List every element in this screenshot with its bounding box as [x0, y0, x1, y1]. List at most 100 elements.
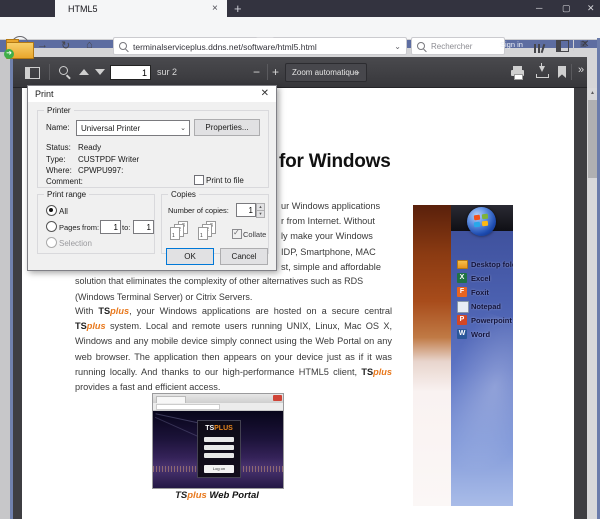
- windows-orb-icon: [467, 207, 496, 236]
- forward-button[interactable]: →: [37, 39, 48, 51]
- tsplus-brand: TS: [361, 367, 373, 377]
- ok-button[interactable]: OK: [166, 248, 214, 265]
- window-minimize-button[interactable]: ─: [536, 3, 542, 13]
- check-icon: ✓: [233, 228, 240, 237]
- collate-checkbox[interactable]: ✓: [232, 229, 242, 239]
- paragraph-line: r from Internet. Without: [281, 216, 375, 226]
- url-text: terminalserviceplus.ddns.net/software/ht…: [133, 42, 317, 52]
- new-tab-button[interactable]: +: [234, 1, 242, 16]
- copies-input[interactable]: [236, 203, 256, 217]
- bookmark-icon[interactable]: [558, 66, 566, 78]
- paragraph-line: ur Windows applications: [281, 201, 380, 211]
- folder-arrow-icon: ➜: [4, 49, 14, 59]
- range-all-radio[interactable]: [46, 205, 57, 216]
- chevron-down-icon: ⌄: [180, 124, 186, 132]
- sign-in-button[interactable]: Sign in: [500, 40, 523, 49]
- paragraph-line: st, simple and affordable: [281, 262, 381, 272]
- zoom-in-icon[interactable]: +: [272, 65, 279, 79]
- word-icon: W: [457, 329, 467, 339]
- toolbar-divider: [267, 64, 268, 80]
- mini-input: [204, 453, 234, 458]
- excel-icon: X: [457, 273, 467, 283]
- ribbon-collapse-icon[interactable]: ⌄: [256, 37, 274, 45]
- folder-icon: [457, 260, 468, 269]
- tab-close-icon[interactable]: ×: [212, 3, 218, 14]
- print-dialog: Print ✕ Printer Name: Universal Printer …: [27, 85, 277, 271]
- notepad-icon: [457, 301, 469, 313]
- printer-name-select[interactable]: Universal Printer ⌄: [76, 120, 190, 136]
- print-range-group: Print range All Pages from: to: Selectio…: [37, 194, 155, 254]
- toolbar-divider: [49, 64, 50, 80]
- zoom-out-icon[interactable]: −: [253, 65, 260, 79]
- search-icon: [417, 42, 425, 50]
- tsplus-brand: TS: [75, 321, 87, 331]
- dialog-title: Print: [35, 89, 54, 99]
- tsplus-brand: TS: [98, 306, 110, 316]
- tsplus-logo: TSPLUS: [198, 425, 240, 432]
- mini-portal-body: TSPLUS Log on: [153, 411, 283, 488]
- tab-html5[interactable]: HTML5 ×: [55, 0, 227, 17]
- range-selection-radio: [46, 237, 57, 248]
- printer-where: CPWPU997:: [78, 166, 123, 175]
- page-number-input[interactable]: [110, 65, 151, 80]
- image-caption: TSplus Web Portal: [152, 490, 282, 501]
- web-portal-screenshot-image: TSPLUS Log on: [152, 393, 284, 489]
- mini-input: [204, 437, 234, 442]
- toolbar-divider: [573, 39, 574, 51]
- zoom-select-value: Zoom automatique: [292, 68, 359, 77]
- copies-group: Copies Number of copies: ▲ ▼ 3 2 1 3 2 1…: [161, 194, 269, 254]
- pages-to-input[interactable]: [133, 220, 154, 234]
- print-dialog-titlebar[interactable]: Print ✕: [28, 86, 276, 102]
- scrollbar-thumb[interactable]: [588, 100, 597, 178]
- mini-logon-button: Log on: [204, 465, 234, 473]
- library-icon[interactable]: [534, 40, 546, 58]
- printer-status: Ready: [78, 143, 101, 152]
- print-to-file-checkbox[interactable]: [194, 175, 204, 185]
- zoom-select[interactable]: Zoom automatique ⌄: [285, 63, 367, 82]
- mini-input: [204, 445, 234, 450]
- window-border-left: [10, 48, 13, 519]
- next-page-icon[interactable]: [95, 69, 105, 75]
- mini-close-icon: [273, 395, 282, 401]
- dialog-close-icon[interactable]: ✕: [261, 88, 269, 99]
- reload-button[interactable]: ↻: [61, 39, 70, 52]
- background-window-area: [0, 48, 10, 519]
- search-icon: [119, 42, 127, 50]
- spin-down-icon[interactable]: ▼: [256, 210, 265, 218]
- window-close-button[interactable]: ✕: [587, 3, 595, 14]
- paragraph-line: (Windows Terminal Server) or Citrix Serv…: [75, 292, 395, 302]
- sidebar-screenshot-image: Desktop folder X Excel F Foxit Notepad P…: [413, 205, 513, 506]
- inner-window-close-icon[interactable]: ✕: [581, 39, 589, 50]
- window-maximize-button[interactable]: ▢: [562, 3, 571, 14]
- printer-type: CUSTPDF Writer: [78, 155, 139, 164]
- printer-group: Printer Name: Universal Printer ⌄ Proper…: [37, 110, 269, 188]
- download-icon[interactable]: [536, 66, 547, 78]
- downloads-folder-icon[interactable]: ➜: [6, 39, 32, 57]
- powerpoint-icon: P: [457, 315, 467, 325]
- chevron-down-icon[interactable]: ⌄: [394, 42, 401, 51]
- foxit-icon: F: [457, 287, 467, 297]
- desert-background: [413, 205, 451, 506]
- copies-spinner[interactable]: ▲ ▼: [236, 203, 262, 217]
- paragraph-line: IDP, Smartphone, MAC: [281, 247, 376, 257]
- properties-button[interactable]: Properties...: [194, 119, 260, 136]
- sidebar-toggle-icon[interactable]: [556, 40, 569, 52]
- navigation-toolbar: ← → ↻ ⌂ terminalserviceplus.ddns.net/sof…: [0, 17, 600, 40]
- more-tools-icon[interactable]: »: [578, 64, 584, 76]
- pages-from-input[interactable]: [100, 220, 121, 234]
- paragraph: With TSplus, your Windows applications a…: [75, 304, 392, 395]
- range-pages-radio[interactable]: [46, 221, 57, 232]
- search-input[interactable]: Rechercher: [411, 37, 505, 55]
- find-icon[interactable]: [59, 66, 68, 75]
- printer-name-value: Universal Printer: [81, 124, 140, 133]
- home-button[interactable]: ⌂: [86, 39, 93, 51]
- mini-browser-toolbar: [153, 403, 283, 411]
- previous-page-icon[interactable]: [79, 69, 89, 75]
- tab-title: HTML5: [68, 4, 98, 14]
- page-count-label: sur 2: [157, 67, 177, 77]
- print-icon[interactable]: [511, 66, 524, 78]
- sidebar-toggle-icon[interactable]: [25, 67, 40, 79]
- collate-page: 1: [170, 227, 180, 240]
- pdf-toolbar: sur 2 − + Zoom automatique ⌄ »: [13, 57, 587, 88]
- cancel-button[interactable]: Cancel: [220, 248, 268, 265]
